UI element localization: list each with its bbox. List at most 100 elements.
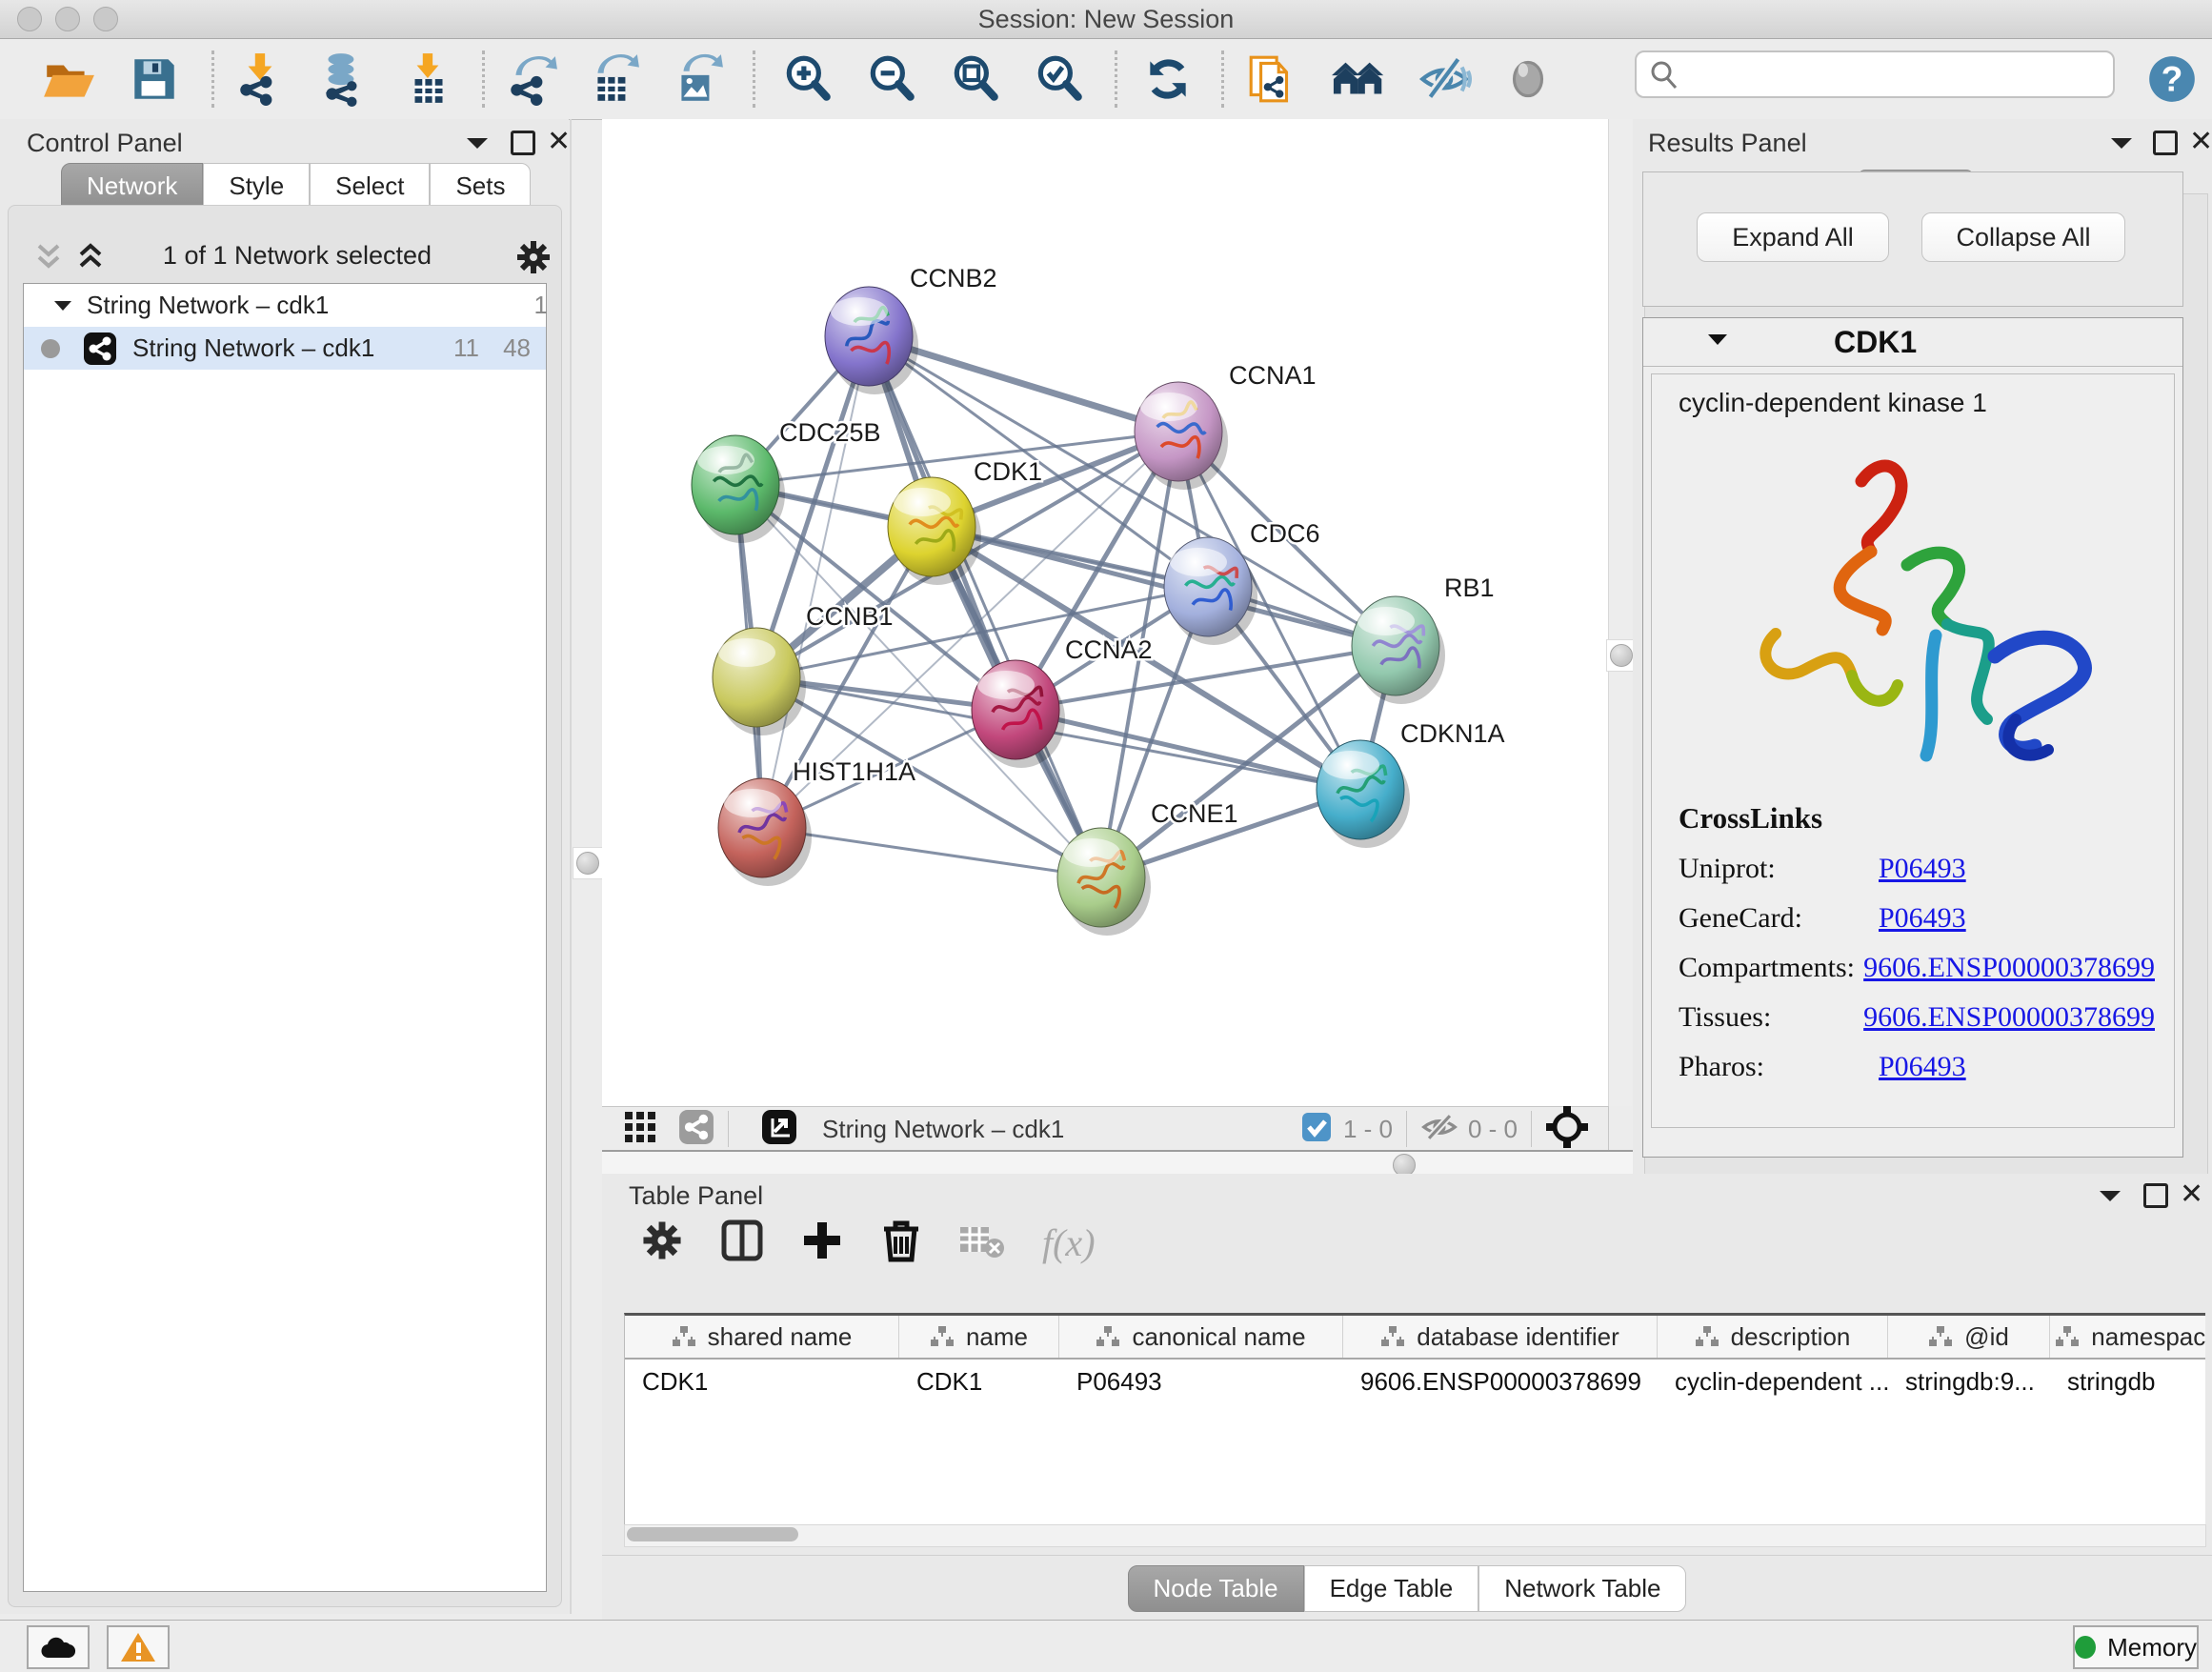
table-panel-float-icon[interactable] [2143,1183,2168,1208]
scrollbar-thumb[interactable] [627,1527,798,1541]
column-header-shared-name[interactable]: shared name [625,1316,899,1358]
network-view-title: String Network – cdk1 [822,1115,1064,1144]
control-panel-float-icon[interactable] [511,131,535,155]
control-panel-menu-icon[interactable] [465,134,490,156]
import-network-from-database-icon[interactable] [314,50,372,108]
network-options-gear-icon[interactable] [514,238,553,283]
gene-name: CDK1 [1834,325,1917,360]
detach-view-icon[interactable] [761,1109,797,1150]
selected-checkbox-icon[interactable] [1301,1112,1332,1147]
column-header-description[interactable]: description [1658,1316,1888,1358]
zoom-fit-icon[interactable] [947,50,1004,108]
delete-column-icon[interactable] [880,1218,922,1268]
node-CDKN1A[interactable]: CDKN1A [1317,719,1505,848]
left-splitter[interactable] [570,119,572,1614]
results-panel-menu-icon[interactable] [2109,134,2134,156]
network-view-share-icon[interactable] [678,1109,714,1150]
help-icon[interactable]: ? [2143,50,2201,108]
gene-expander-icon[interactable] [1706,332,1729,353]
show-columns-icon[interactable] [720,1219,764,1267]
node-CCNB2[interactable]: CCNB2 [825,264,997,394]
results-panel-float-icon[interactable] [2153,131,2178,155]
left-splitter-handle[interactable] [573,847,603,879]
collapse-all-button[interactable]: Collapse All [1921,212,2125,262]
tab-select[interactable]: Select [310,163,430,210]
results-panel-close-icon[interactable]: ✕ [2189,125,2212,158]
import-table-icon[interactable] [400,50,457,108]
column-header-name[interactable]: name [899,1316,1059,1358]
node-label-CDC6: CDC6 [1250,519,1320,548]
cell-namespace[interactable]: stringdb [2050,1367,2205,1397]
column-header-canonical-name[interactable]: canonical name [1059,1316,1343,1358]
search-input[interactable] [1635,50,2115,98]
table-panel-menu-icon[interactable] [2098,1187,2122,1209]
crosslink-label: Uniprot: [1679,853,1879,885]
cell-@id[interactable]: stringdb:9... [1888,1367,2050,1397]
collapse-all-icon[interactable] [32,240,65,281]
memory-button[interactable]: Memory [2073,1625,2199,1669]
export-table-icon[interactable] [585,50,642,108]
node-CCNA1[interactable]: CCNA1 [1135,361,1317,490]
birdseye-crosshair-icon[interactable] [1545,1105,1589,1154]
table-panel-close-icon[interactable]: ✕ [2180,1178,2203,1211]
add-column-icon[interactable] [800,1219,844,1267]
window-title: Session: New Session [0,5,2212,34]
node-HIST1H1A[interactable]: HIST1H1A [718,757,915,886]
table-header-row: shared namenamecanonical namedatabase id… [625,1316,2205,1360]
tab-style[interactable]: Style [203,163,310,210]
network-row[interactable]: String Network – cdk1 11 48 [24,327,546,370]
update-icon[interactable] [1139,50,1196,108]
network-canvas[interactable]: CCNB2CCNA1CDC25BCDK1CDC6RB1CCNB1CCNA2CDK… [602,119,1608,1106]
crosslink-link[interactable]: 9606.ENSP00000378699 [1863,952,2155,984]
node-RB1[interactable]: RB1 [1352,574,1495,704]
node-label-CDK1: CDK1 [974,457,1042,486]
cell-canonical-name[interactable]: P06493 [1059,1367,1343,1397]
save-session-icon[interactable] [126,50,183,108]
zoom-in-icon[interactable] [779,50,836,108]
node-label-CDC25B: CDC25B [779,418,881,447]
tab-network-table[interactable]: Network Table [1478,1565,1686,1612]
cell-shared-name[interactable]: CDK1 [625,1367,899,1397]
right-splitter[interactable] [1608,119,1634,1106]
table-data-row[interactable]: CDK1CDK1P064939606.ENSP00000378699cyclin… [625,1360,2205,1403]
network-collection-row[interactable]: String Network – cdk1 1 [24,284,574,327]
column-header-namespace[interactable]: namespace [2050,1316,2205,1358]
export-network-icon[interactable] [503,50,560,108]
table-horizontal-scrollbar[interactable] [624,1524,2206,1547]
show-glyphs-eye-icon[interactable] [1499,50,1557,108]
string-document-icon[interactable] [1244,50,1301,108]
control-panel-close-icon[interactable]: ✕ [547,125,571,158]
node-CCNE1[interactable]: CCNE1 [1057,799,1238,936]
tab-node-table[interactable]: Node Table [1128,1565,1304,1612]
crosslink-link[interactable]: P06493 [1879,902,1966,935]
column-header-@id[interactable]: @id [1888,1316,2050,1358]
export-image-icon[interactable] [669,50,726,108]
cell-description[interactable]: cyclin-dependent ... [1658,1367,1888,1397]
cell-database-identifier[interactable]: 9606.ENSP00000378699 [1343,1367,1658,1397]
expand-all-button[interactable]: Expand All [1697,212,1889,262]
node-CDC6[interactable]: CDC6 [1164,519,1320,645]
hidden-eye-slash-icon[interactable] [1420,1112,1458,1147]
gene-entry-header[interactable]: CDK1 [1643,318,2182,367]
grid-view-icon[interactable] [623,1110,657,1149]
import-network-icon[interactable] [232,50,290,108]
tab-network[interactable]: Network [61,163,203,210]
cell-name[interactable]: CDK1 [899,1367,1059,1397]
zoom-selected-icon[interactable] [1031,50,1088,108]
column-header-database-identifier[interactable]: database identifier [1343,1316,1658,1358]
cloud-button[interactable] [27,1625,90,1669]
crosslink-link[interactable]: P06493 [1879,853,1966,885]
crosslink-link[interactable]: P06493 [1879,1051,1966,1083]
expand-all-icon[interactable] [74,240,107,281]
warning-button[interactable] [107,1625,170,1669]
tab-edge-table[interactable]: Edge Table [1304,1565,1479,1612]
toolbar-separator [1115,50,1117,108]
zoom-out-icon[interactable] [863,50,920,108]
crosslink-link[interactable]: 9606.ENSP00000378699 [1863,1001,2155,1034]
open-session-icon[interactable] [40,50,97,108]
node-CDK1[interactable]: CDK1 [888,457,1042,585]
table-gear-icon[interactable] [640,1219,684,1267]
home-icon[interactable] [1332,50,1389,108]
tab-sets[interactable]: Sets [430,163,531,210]
hide-glyphs-eye-slash-icon[interactable] [1416,50,1473,108]
